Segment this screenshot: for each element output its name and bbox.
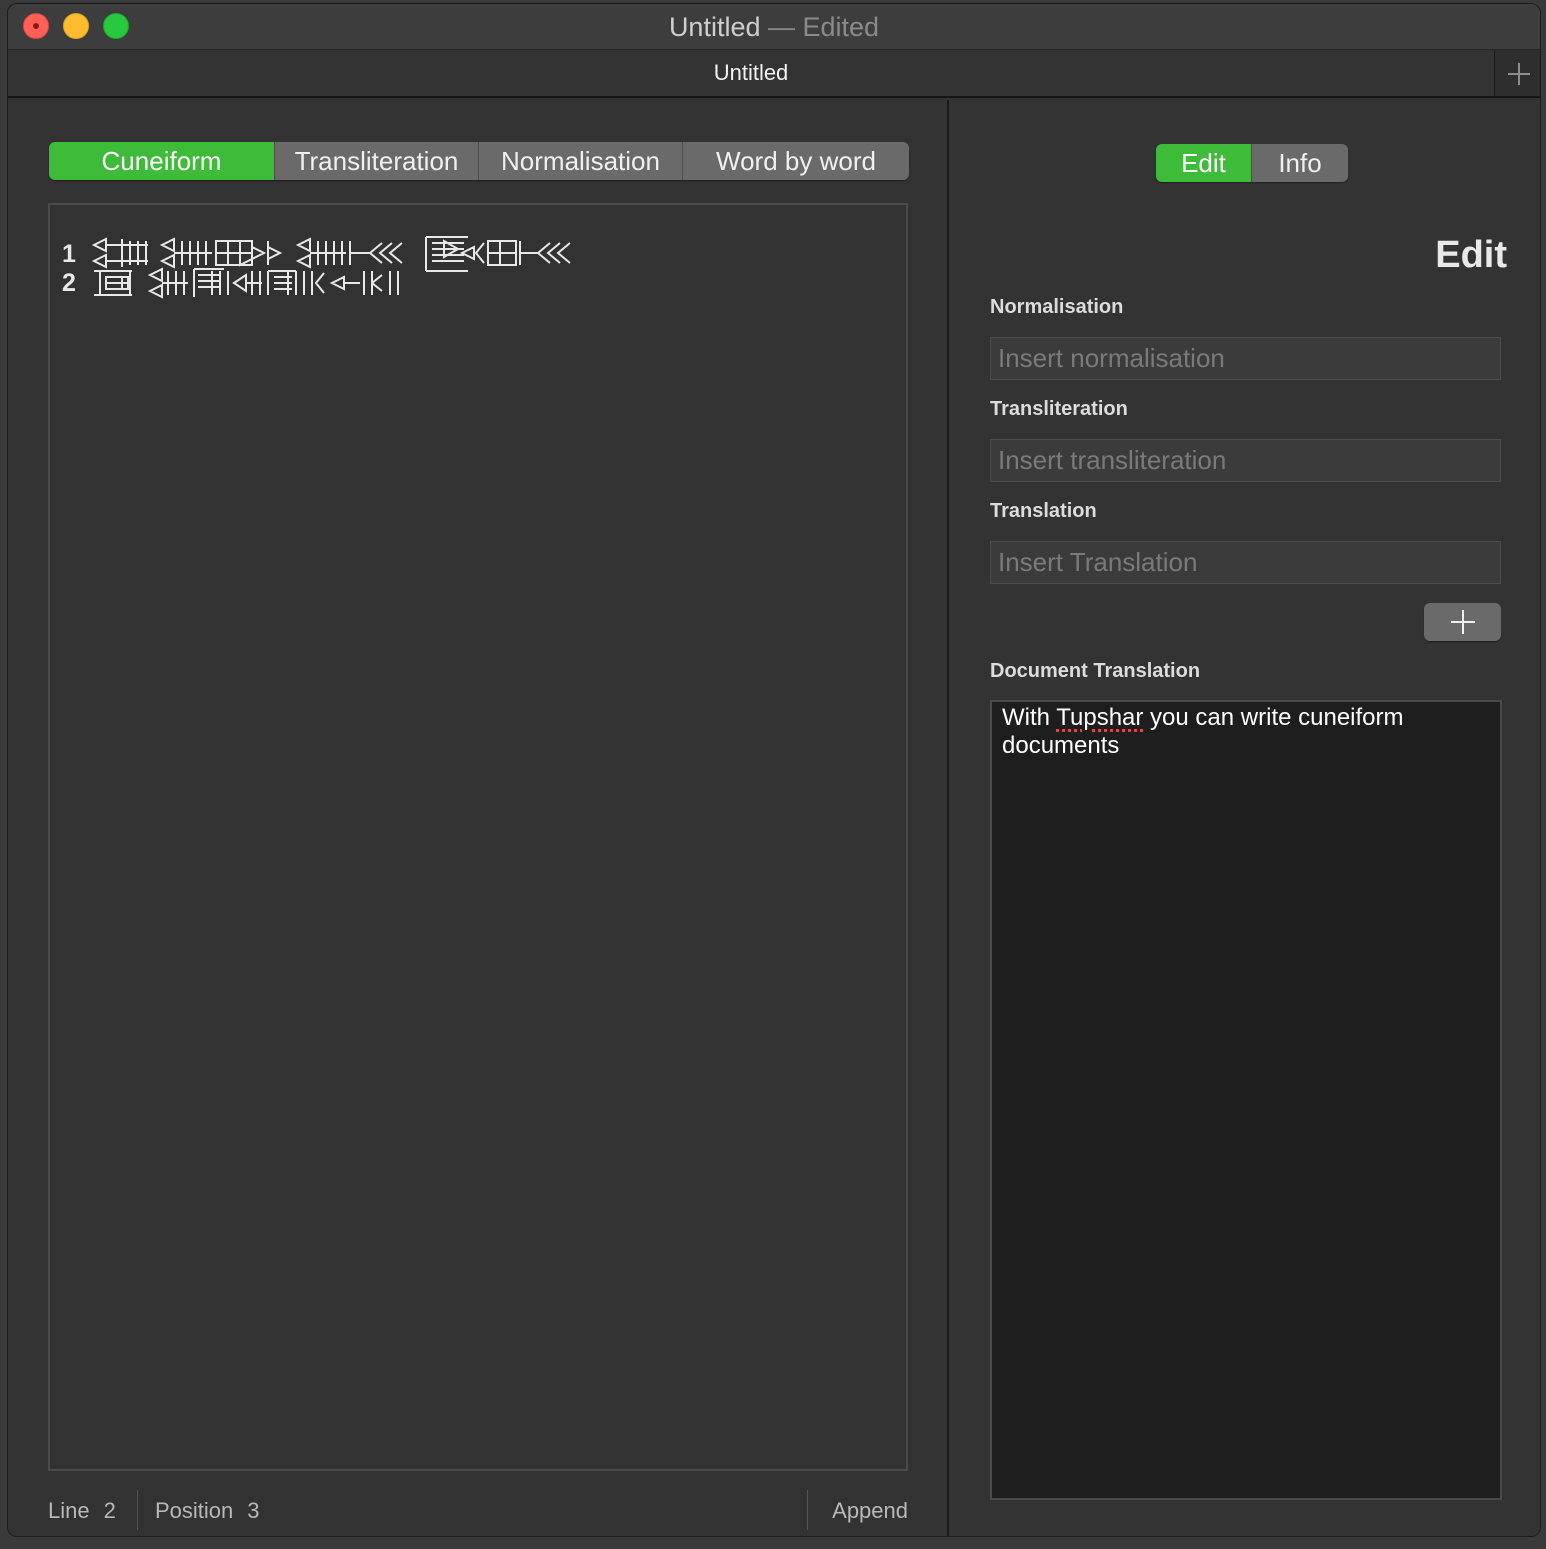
misspelled-word: Tupshar <box>1056 704 1144 731</box>
inspector-segmented-control: Edit Info <box>1156 144 1348 182</box>
tab-normalisation[interactable]: Normalisation <box>479 142 683 180</box>
document-tab[interactable]: Untitled <box>8 50 1494 96</box>
new-tab-plus-icon[interactable] <box>1494 50 1540 96</box>
view-mode-segmented-control: Cuneiform Transliteration Normalisation … <box>49 142 909 180</box>
cuneiform-glyphs-line-2 <box>94 267 399 299</box>
add-entry-plus-icon[interactable] <box>1424 603 1501 641</box>
line-number: 2 <box>62 268 76 297</box>
window-title: Untitled — Edited <box>8 4 1540 50</box>
line-number: 1 <box>62 239 76 268</box>
line-label: Line <box>48 1498 90 1523</box>
inspector-panel: Edit Info Edit Normalisation Translitera… <box>949 100 1540 1536</box>
cuneiform-editor[interactable]: 1 2 <box>48 203 908 1471</box>
status-divider <box>807 1490 808 1530</box>
title-bar[interactable]: Untitled — Edited <box>8 4 1540 50</box>
window-edited-status: — Edited <box>768 12 880 42</box>
transliteration-label: Transliteration <box>990 398 1128 420</box>
tab-word-by-word[interactable]: Word by word <box>683 142 909 180</box>
normalisation-field[interactable] <box>990 337 1501 380</box>
tab-cuneiform[interactable]: Cuneiform <box>49 142 275 180</box>
window-title-name: Untitled <box>668 12 761 42</box>
tab-edit[interactable]: Edit <box>1156 144 1252 182</box>
translation-field[interactable] <box>990 541 1501 584</box>
status-line: Line 2 <box>48 1498 116 1524</box>
document-translation-label: Document Translation <box>990 660 1201 682</box>
doc-text-start: With <box>1002 704 1057 731</box>
input-mode-indicator[interactable]: Append <box>832 1498 908 1524</box>
app-window: Untitled — Edited Untitled Cuneiform Tra… <box>7 3 1541 1537</box>
line-value: 2 <box>103 1498 116 1523</box>
document-tab-bar: Untitled <box>8 50 1540 98</box>
normalisation-label: Normalisation <box>990 296 1124 318</box>
status-position: Position 3 <box>155 1498 260 1524</box>
tab-transliteration[interactable]: Transliteration <box>275 142 479 180</box>
document-pane: Cuneiform Transliteration Normalisation … <box>8 100 948 1536</box>
position-value: 3 <box>247 1498 260 1523</box>
translation-label: Translation <box>990 500 1097 522</box>
transliteration-field[interactable] <box>990 439 1501 482</box>
document-translation-textarea[interactable]: With Tupshar you can write cuneiform doc… <box>990 700 1502 1500</box>
tab-info[interactable]: Info <box>1252 144 1348 182</box>
position-label: Position <box>155 1498 234 1523</box>
status-bar: Line 2 Position 3 Append <box>48 1488 908 1532</box>
panel-title: Edit <box>1435 234 1507 276</box>
cuneiform-line-2[interactable]: 2 <box>62 267 422 299</box>
status-divider <box>137 1490 138 1530</box>
